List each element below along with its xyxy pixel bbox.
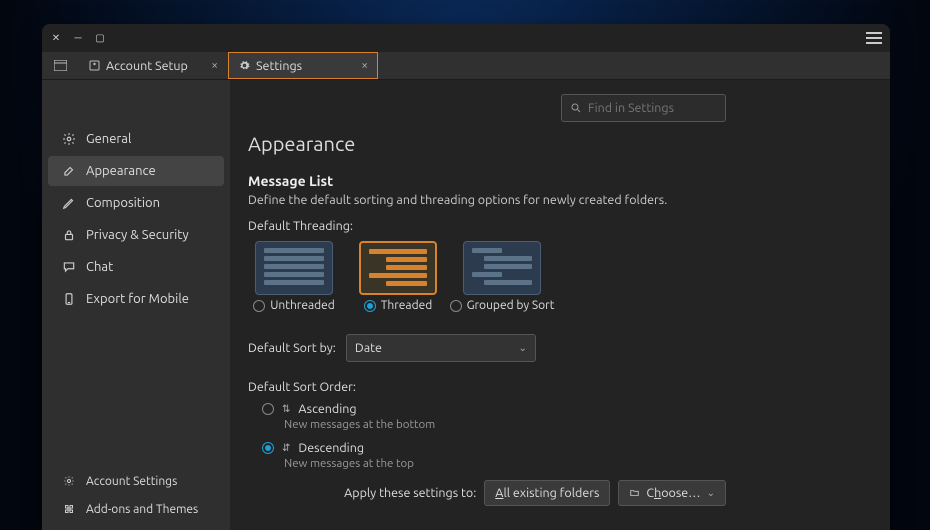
- sidebar-item-privacy[interactable]: Privacy & Security: [48, 220, 224, 250]
- brush-icon: [62, 164, 76, 178]
- option-label: Grouped by Sort: [467, 299, 555, 312]
- minimize-icon[interactable]: ─: [72, 32, 84, 44]
- puzzle-icon: [62, 502, 76, 516]
- main-panel: Appearance Message List Define the defau…: [230, 80, 890, 530]
- sidebar-item-label: General: [86, 132, 131, 146]
- gear-icon: [62, 474, 76, 488]
- titlebar: ✕ ─ ▢: [42, 24, 890, 52]
- threading-option-unthreaded[interactable]: Unthreaded: [248, 241, 340, 312]
- threading-options: Unthreaded Threaded Grouped by Sort: [248, 241, 866, 312]
- chevron-down-icon: ⌄: [707, 487, 715, 499]
- radio-icon: [262, 442, 274, 454]
- option-label: Descending: [298, 441, 364, 455]
- sidebar-item-composition[interactable]: Composition: [48, 188, 224, 218]
- ascending-icon: ⇅: [282, 403, 290, 415]
- search-icon: [570, 102, 582, 114]
- close-icon[interactable]: ✕: [50, 32, 62, 44]
- sidebar-item-label: Chat: [86, 260, 113, 274]
- sidebar-item-label: Composition: [86, 196, 160, 210]
- button-label: Choose…: [646, 486, 700, 500]
- sidebar-item-label: Add-ons and Themes: [86, 503, 198, 516]
- spaces-icon[interactable]: [42, 52, 78, 79]
- folder-icon: [629, 488, 640, 498]
- sidebar-item-chat[interactable]: Chat: [48, 252, 224, 282]
- search-field[interactable]: [588, 101, 717, 115]
- sidebar: General Appearance Composition Privacy &…: [42, 80, 230, 530]
- tab-account-setup[interactable]: Account Setup ×: [78, 52, 228, 79]
- gear-icon: [62, 132, 76, 146]
- close-icon[interactable]: ×: [361, 59, 368, 72]
- section-description: Define the default sorting and threading…: [248, 193, 866, 207]
- tab-settings[interactable]: Settings ×: [228, 52, 378, 79]
- order-hint: New messages at the bottom: [284, 418, 866, 431]
- tabbar: Account Setup × Settings ×: [42, 52, 890, 80]
- threading-label: Default Threading:: [248, 219, 866, 233]
- sort-by-select[interactable]: Date ⌄: [346, 334, 536, 362]
- sidebar-item-export[interactable]: Export for Mobile: [48, 284, 224, 314]
- option-label: Unthreaded: [270, 299, 335, 312]
- select-value: Date: [355, 341, 382, 355]
- threading-option-threaded[interactable]: Threaded: [352, 241, 444, 312]
- threading-option-grouped[interactable]: Grouped by Sort: [456, 241, 548, 312]
- menu-icon[interactable]: [866, 32, 882, 44]
- radio-icon: [262, 403, 274, 415]
- grouped-thumb: [463, 241, 541, 295]
- option-label: Ascending: [298, 402, 356, 416]
- apply-all-button[interactable]: All existing folders: [484, 480, 610, 506]
- order-option-descending[interactable]: ⇵ Descending: [262, 441, 866, 455]
- chevron-down-icon: ⌄: [519, 342, 527, 354]
- radio-icon: [364, 300, 376, 312]
- app-window: ✕ ─ ▢ Account Setup × Settings ×: [42, 24, 890, 530]
- sidebar-item-label: Account Settings: [86, 475, 177, 488]
- sidebar-item-label: Appearance: [86, 164, 156, 178]
- sidebar-item-appearance[interactable]: Appearance: [48, 156, 224, 186]
- sidebar-item-account-settings[interactable]: Account Settings: [48, 468, 224, 494]
- account-icon: [88, 60, 100, 72]
- chat-icon: [62, 260, 76, 274]
- section-title: Message List: [248, 173, 866, 189]
- order-hint: New messages at the top: [284, 457, 866, 470]
- tab-label: Settings: [256, 59, 302, 73]
- maximize-icon[interactable]: ▢: [94, 32, 106, 44]
- sidebar-item-label: Export for Mobile: [86, 292, 189, 306]
- radio-icon: [253, 300, 265, 312]
- unthreaded-thumb: [255, 241, 333, 295]
- tab-label: Account Setup: [106, 59, 188, 73]
- choose-button[interactable]: Choose… ⌄: [618, 480, 726, 506]
- search-input[interactable]: [561, 94, 726, 122]
- radio-icon: [450, 300, 462, 312]
- close-icon[interactable]: ×: [211, 59, 218, 72]
- lock-icon: [62, 228, 76, 242]
- pencil-icon: [62, 196, 76, 210]
- export-icon: [62, 292, 76, 306]
- order-option-ascending[interactable]: ⇅ Ascending: [262, 402, 866, 416]
- apply-label: Apply these settings to:: [344, 486, 476, 500]
- sort-order-label: Default Sort Order:: [248, 380, 866, 394]
- descending-icon: ⇵: [282, 442, 290, 454]
- sidebar-item-addons[interactable]: Add-ons and Themes: [48, 496, 224, 522]
- sidebar-item-label: Privacy & Security: [86, 228, 189, 242]
- option-label: Threaded: [381, 299, 433, 312]
- page-title: Appearance: [248, 132, 866, 155]
- threaded-thumb: [359, 241, 437, 295]
- button-label: All existing folders: [495, 486, 599, 500]
- gear-icon: [238, 60, 250, 72]
- sidebar-item-general[interactable]: General: [48, 124, 224, 154]
- sort-by-label: Default Sort by:: [248, 341, 336, 355]
